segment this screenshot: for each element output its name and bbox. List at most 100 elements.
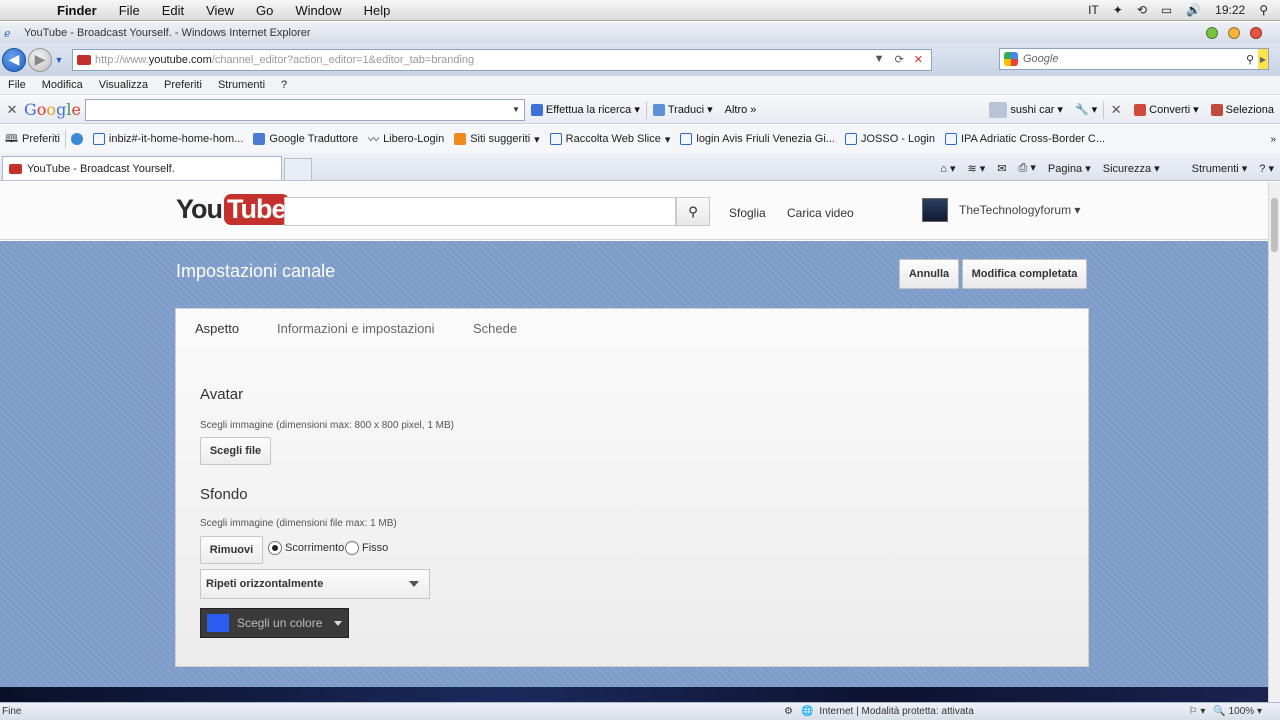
print-icon[interactable]: ⎙ ▾ bbox=[1019, 161, 1036, 175]
feeds-icon[interactable]: ≋ ▾ bbox=[968, 162, 986, 175]
url-domain: youtube.com bbox=[148, 53, 212, 66]
mac-menu-view[interactable]: View bbox=[195, 3, 245, 18]
clock[interactable]: 19:22 bbox=[1215, 3, 1245, 17]
ie-menu-help[interactable]: ? bbox=[273, 79, 295, 91]
favorites-bar: 🕮 Preferiti inbiz#-it-home-home-hom... Go… bbox=[0, 125, 1280, 153]
tab-youtube[interactable]: YouTube - Broadcast Yourself. bbox=[2, 156, 282, 180]
youtube-search-input[interactable] bbox=[284, 197, 676, 226]
close-window-button[interactable] bbox=[1250, 26, 1262, 39]
favorite-link-josso[interactable]: JOSSO - Login bbox=[840, 133, 940, 145]
mac-menu-help[interactable]: Help bbox=[353, 3, 402, 18]
home-icon[interactable]: ⌂ ▾ bbox=[940, 162, 955, 175]
ie-page-icon bbox=[92, 133, 105, 145]
search-options-icon[interactable]: ▶ bbox=[1258, 49, 1268, 69]
google-toolbar-search-input[interactable]: ▼ bbox=[84, 98, 525, 121]
wrench-button[interactable]: 🔧 ▾ bbox=[1069, 103, 1103, 116]
cancel-button[interactable]: Annulla bbox=[899, 259, 959, 289]
mac-menu-file[interactable]: File bbox=[108, 3, 151, 18]
battery-icon[interactable]: ▭ bbox=[1161, 3, 1172, 17]
select-button[interactable]: Seleziona bbox=[1205, 103, 1280, 116]
ie-search-box[interactable]: Google ⚲ ▶ bbox=[999, 48, 1269, 70]
bluetooth-icon[interactable]: ✦ bbox=[1113, 3, 1123, 17]
scroll-radio[interactable]: Scorrimento bbox=[268, 541, 344, 555]
zoom-value: 100% bbox=[1228, 706, 1255, 717]
favorite-link-google-translate[interactable]: Google Traduttore bbox=[248, 133, 363, 145]
channel-settings-panel: Aspetto Informazioni e impostazioni Sche… bbox=[175, 308, 1089, 667]
upload-link[interactable]: Carica video bbox=[787, 206, 854, 220]
address-dropdown-icon[interactable]: ▼ bbox=[874, 53, 885, 66]
zoom-level[interactable]: 🔍 100% ▾ bbox=[1213, 706, 1262, 717]
close-addon-icon[interactable]: ✕ bbox=[1104, 102, 1128, 118]
stop-icon[interactable]: ✕ bbox=[914, 53, 923, 66]
address-bar[interactable]: http://www. youtube.com/channel_editor?ac… bbox=[72, 48, 932, 71]
page-menu[interactable]: Pagina ▾ bbox=[1048, 162, 1091, 175]
translate-button[interactable]: Traduci ▾ bbox=[647, 103, 719, 116]
tools-menu-label: Strumenti bbox=[1191, 162, 1239, 175]
choose-file-button[interactable]: Scegli file bbox=[200, 437, 271, 465]
back-button[interactable]: ◀ bbox=[2, 47, 26, 72]
sync-icon[interactable]: ⟲ bbox=[1137, 3, 1147, 17]
new-tab-button[interactable] bbox=[284, 158, 312, 180]
convert-button[interactable]: Converti ▾ bbox=[1128, 103, 1205, 116]
tab-info-settings[interactable]: Informazioni e impostazioni bbox=[277, 321, 435, 336]
zoom-window-button[interactable] bbox=[1206, 26, 1218, 39]
favorite-suggested-sites[interactable]: Siti suggeriti ▾ bbox=[449, 133, 544, 146]
tab-modules[interactable]: Schede bbox=[473, 321, 517, 336]
favorites-overflow-icon[interactable]: » bbox=[1270, 134, 1280, 145]
chevron-down-icon[interactable]: ▼ bbox=[512, 105, 520, 114]
repeat-select[interactable]: Ripeti orizzontalmente bbox=[200, 569, 430, 599]
ie-menu-file[interactable]: File bbox=[0, 79, 34, 91]
spotlight-icon[interactable]: ⚲ bbox=[1259, 3, 1268, 17]
favorite-label: JOSSO - Login bbox=[860, 133, 935, 145]
remove-button[interactable]: Rimuovi bbox=[200, 536, 263, 564]
favorite-add-button[interactable] bbox=[66, 133, 88, 145]
close-toolbar-icon[interactable]: ✕ bbox=[0, 102, 24, 118]
favorites-button[interactable]: 🕮 Preferiti bbox=[0, 130, 65, 149]
browse-link[interactable]: Sfoglia bbox=[729, 206, 766, 220]
search-icon[interactable]: ⚲ bbox=[1246, 53, 1258, 66]
account-button[interactable]: sushi car ▾ bbox=[983, 101, 1069, 118]
ie-menu-view[interactable]: Visualizza bbox=[91, 79, 156, 91]
more-button[interactable]: Altro» bbox=[719, 104, 763, 116]
avatar[interactable] bbox=[922, 198, 948, 222]
mail-icon[interactable]: ✉ bbox=[997, 162, 1006, 175]
youtube-logo[interactable]: You Tube bbox=[176, 194, 289, 225]
favorite-web-slice[interactable]: Raccolta Web Slice ▾ bbox=[545, 133, 676, 146]
search-web-button[interactable]: Effettua la ricerca ▾ bbox=[525, 103, 646, 116]
scrollbar-thumb[interactable] bbox=[1271, 198, 1278, 252]
protected-mode-icon[interactable]: ⚐ ▾ bbox=[1189, 706, 1206, 717]
minimize-window-button[interactable] bbox=[1228, 26, 1240, 39]
favorite-link-libero[interactable]: 〰 Libero-Login bbox=[363, 131, 449, 147]
user-menu[interactable]: TheTechnologyforum ▾ bbox=[959, 203, 1080, 217]
tab-appearance[interactable]: Aspetto bbox=[195, 321, 239, 336]
choose-color-button[interactable]: Scegli un colore bbox=[200, 608, 349, 638]
favorite-link-inbiz[interactable]: inbiz#-it-home-home-hom... bbox=[88, 133, 249, 145]
vertical-scrollbar[interactable] bbox=[1268, 182, 1280, 702]
input-language[interactable]: IT bbox=[1088, 3, 1099, 17]
mac-menu-bar: Finder File Edit View Go Window Help IT … bbox=[0, 0, 1280, 21]
safety-menu[interactable]: Sicurezza ▾ bbox=[1103, 162, 1160, 175]
history-dropdown-icon[interactable]: ▼ bbox=[52, 55, 66, 65]
mac-menu-go[interactable]: Go bbox=[245, 3, 284, 18]
favorite-link-avis[interactable]: login Avis Friuli Venezia Gi... bbox=[675, 133, 840, 145]
ie-menu-edit[interactable]: Modifica bbox=[34, 79, 91, 91]
help-icon[interactable]: ? ▾ bbox=[1259, 162, 1274, 175]
translate-icon bbox=[652, 103, 665, 116]
ie-menu-tools[interactable]: Strumenti bbox=[210, 79, 273, 91]
done-editing-button[interactable]: Modifica completata bbox=[962, 259, 1087, 289]
favorite-label: inbiz#-it-home-home-hom... bbox=[108, 133, 244, 145]
forward-button[interactable]: ▶ bbox=[28, 47, 52, 72]
tools-menu[interactable]: Strumenti ▾ bbox=[1192, 162, 1248, 175]
volume-icon[interactable]: 🔊 bbox=[1186, 3, 1201, 17]
youtube-search-button[interactable]: ⚲ bbox=[676, 197, 710, 226]
finder-menu[interactable]: Finder bbox=[46, 3, 108, 18]
favorite-link-ipa[interactable]: IPA Adriatic Cross-Border C... bbox=[940, 133, 1110, 145]
ie-menu-favorites[interactable]: Preferiti bbox=[156, 79, 210, 91]
favorite-label: Google Traduttore bbox=[269, 133, 359, 145]
security-icon[interactable]: ⚙ bbox=[784, 706, 793, 717]
mac-menu-window[interactable]: Window bbox=[284, 3, 352, 18]
refresh-icon[interactable]: ⟳ bbox=[895, 53, 904, 66]
zone-info[interactable]: 🌐 Internet | Modalità protetta: attivata bbox=[793, 706, 974, 717]
fixed-radio[interactable]: Fisso bbox=[345, 541, 388, 555]
mac-menu-edit[interactable]: Edit bbox=[151, 3, 195, 18]
